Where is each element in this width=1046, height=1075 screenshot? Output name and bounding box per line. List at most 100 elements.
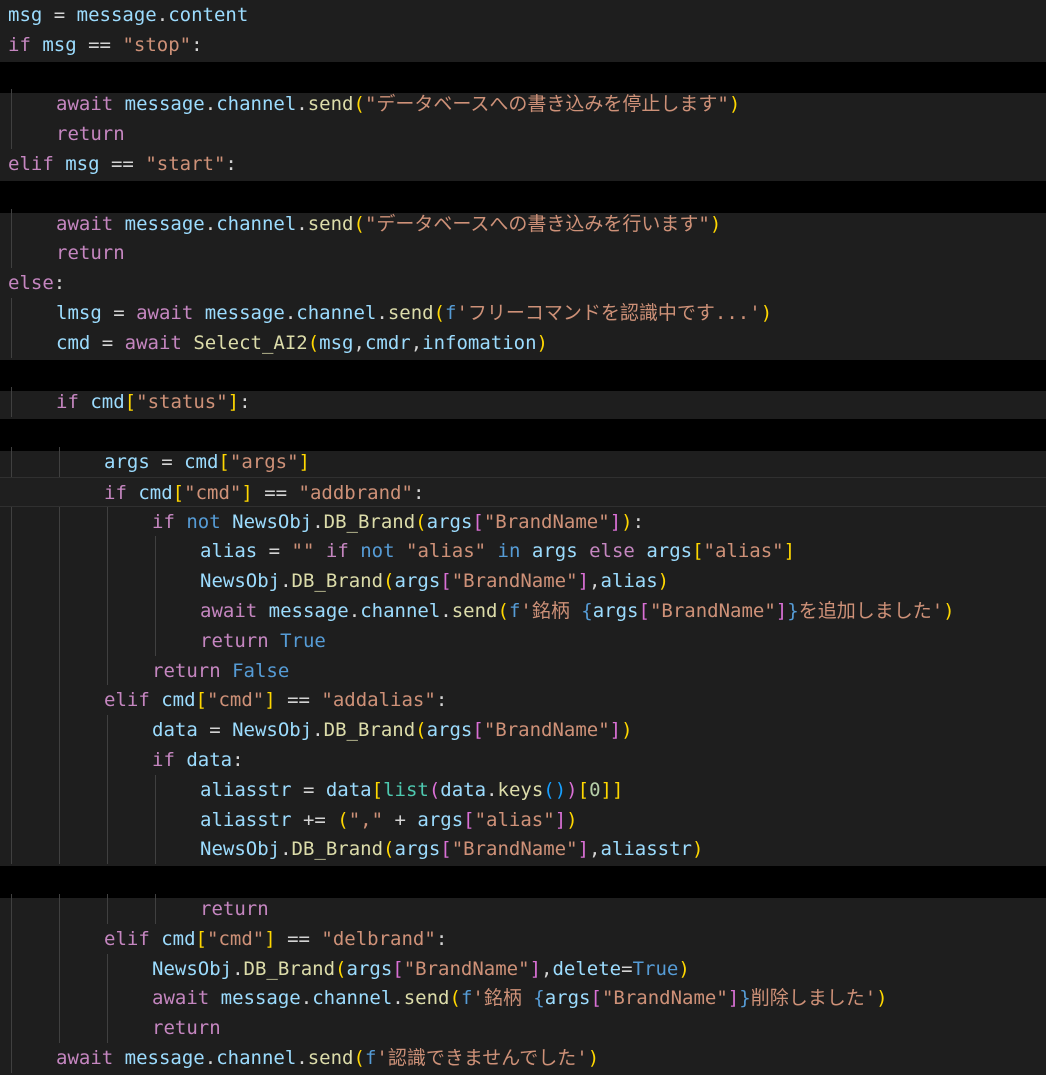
bracket: [ — [472, 719, 484, 742]
identifier: cmd — [161, 927, 196, 950]
operator: . — [204, 212, 217, 235]
code-line[interactable]: msg = message.content — [0, 0, 1046, 30]
operator: : — [239, 391, 251, 414]
control-keyword: await — [136, 302, 194, 324]
operator: , — [541, 957, 553, 980]
identifier: channel — [216, 1047, 297, 1069]
string-literal: "cmd" — [184, 481, 242, 504]
identifier: args — [426, 719, 473, 742]
operator — [54, 153, 65, 175]
identifier: msg — [8, 4, 43, 26]
keyword: True — [632, 957, 679, 980]
function-name: send — [451, 600, 498, 622]
keyword: not — [186, 510, 221, 533]
keyword: f — [364, 1047, 377, 1069]
string-literal: '銘柄 — [520, 600, 582, 622]
operator: = — [197, 719, 233, 742]
code-line[interactable]: return False — [0, 656, 1046, 686]
function-name: send — [307, 1047, 354, 1069]
code-line[interactable]: await message.channel.send(f'銘柄 {args["B… — [0, 596, 1046, 626]
operator: : — [53, 272, 66, 295]
function-name: send — [307, 93, 354, 116]
code-line[interactable]: elif msg == "start": — [0, 149, 1046, 179]
keyword: { — [533, 987, 545, 1010]
code-line[interactable]: await message.channel.send(f'認識できませんでした'… — [0, 1043, 1046, 1073]
identifier: args — [592, 600, 639, 622]
operator: = — [291, 778, 326, 801]
bracket: ) — [621, 719, 633, 742]
function-name: send — [403, 987, 450, 1010]
code-line[interactable]: if msg == "stop": — [0, 30, 1046, 60]
identifier: message — [76, 4, 157, 26]
string-literal: "BrandName" — [483, 719, 610, 742]
identifier: alias — [200, 540, 258, 563]
code-line[interactable]: elif cmd["cmd"] == "addalias": — [0, 685, 1046, 715]
control-keyword: elif — [104, 927, 150, 950]
identifier: aliasstr — [200, 778, 292, 801]
operator: + — [383, 808, 418, 831]
string-literal: "delbrand" — [321, 927, 436, 950]
string-literal: '銘柄 — [472, 987, 534, 1010]
code-line[interactable]: if cmd["status"]: — [0, 387, 1046, 417]
code-line[interactable]: return — [0, 119, 1046, 149]
operator — [221, 660, 232, 682]
code-line[interactable]: return True — [0, 626, 1046, 656]
identifier: cmd — [161, 689, 196, 712]
code-line[interactable]: alias = "" if not "alias" in args else a… — [0, 536, 1046, 566]
string-literal: '認識できませんでした' — [376, 1047, 588, 1069]
string-literal: "," — [348, 808, 384, 831]
code-line[interactable]: await message.channel.send(f'銘柄 {args["B… — [0, 983, 1046, 1013]
code-line[interactable]: return — [0, 238, 1046, 268]
identifier: msg — [319, 331, 354, 354]
identifier: data — [325, 778, 372, 801]
operator: : — [435, 689, 448, 712]
code-line[interactable]: aliasstr = data[list(data.keys())[0]] — [0, 775, 1046, 805]
identifier: args — [531, 540, 578, 563]
operator — [113, 1047, 124, 1069]
bracket: ] — [783, 540, 796, 563]
bracket: ] — [241, 481, 253, 504]
operator: . — [232, 957, 244, 980]
operator — [486, 540, 497, 562]
operator — [193, 302, 204, 324]
code-line[interactable]: aliasstr += ("," + args["alias"]) — [0, 805, 1046, 835]
code-line[interactable]: args = cmd["args"] — [0, 447, 1046, 477]
identifier: args — [646, 540, 693, 563]
code-line[interactable]: return — [0, 894, 1046, 924]
operator — [113, 213, 124, 235]
code-line[interactable]: if data: — [0, 745, 1046, 775]
code-line[interactable]: if cmd["cmd"] == "addbrand": — [0, 476, 1046, 507]
control-keyword: await — [56, 212, 114, 235]
bracket: ) — [657, 570, 670, 593]
operator: : — [225, 153, 237, 175]
identifier: aliasstr — [200, 808, 292, 831]
operator — [150, 928, 161, 950]
code-line[interactable]: NewsObj.DB_Brand(args["BrandName"],delet… — [0, 954, 1046, 984]
string-literal: を追加しました' — [798, 600, 944, 622]
string-literal: "start" — [145, 153, 226, 175]
code-line[interactable]: if not NewsObj.DB_Brand(args["BrandName"… — [0, 507, 1046, 537]
code-editor[interactable]: msg = message.content if msg == "stop": aw… — [0, 0, 1046, 1075]
identifier: message — [124, 212, 205, 235]
identifier: cmdr — [364, 331, 411, 354]
code-line[interactable]: NewsObj.DB_Brand(args["BrandName"],alias… — [0, 834, 1046, 864]
string-literal: "cmd" — [207, 927, 265, 950]
code-line[interactable]: elif cmd["cmd"] == "delbrand": — [0, 924, 1046, 954]
string-literal: "BrandName" — [451, 570, 578, 593]
code-line[interactable]: lmsg = await message.channel.send(f'フリーコ… — [0, 298, 1046, 328]
operator — [209, 987, 220, 1009]
bracket: ]] — [600, 778, 624, 801]
identifier: lmsg — [56, 302, 102, 324]
operator: . — [296, 93, 308, 116]
bracket: ) — [760, 302, 773, 324]
code-line[interactable]: data = NewsObj.DB_Brand(args["BrandName"… — [0, 715, 1046, 745]
code-line[interactable]: NewsObj.DB_Brand(args["BrandName"],alias… — [0, 566, 1046, 596]
operator — [150, 689, 161, 711]
bracket: ] — [529, 957, 542, 980]
code-line[interactable]: await message.channel.send("データベースへの書き込み… — [0, 89, 1046, 119]
keyword: } — [787, 600, 799, 622]
code-line[interactable]: return — [0, 1013, 1046, 1043]
code-line[interactable]: await message.channel.send("データベースへの書き込み… — [0, 209, 1046, 239]
code-line[interactable]: else: — [0, 268, 1046, 298]
code-line[interactable]: cmd = await Select_AI2(msg,cmdr,infomati… — [0, 328, 1046, 358]
